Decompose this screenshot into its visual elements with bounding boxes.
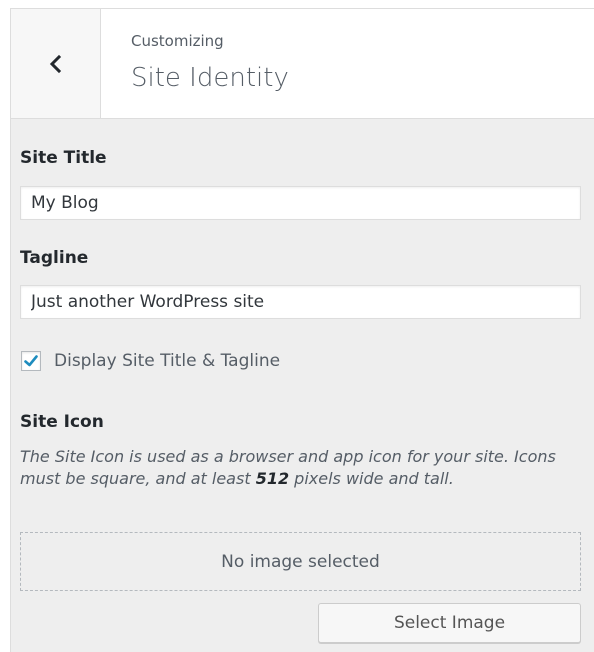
header-titles: Customizing Site Identity — [131, 31, 289, 95]
tagline-input[interactable] — [20, 285, 581, 319]
select-image-button[interactable]: Select Image — [318, 603, 581, 643]
site-icon-placeholder[interactable]: No image selected — [20, 532, 581, 591]
no-image-text: No image selected — [221, 551, 380, 572]
customizer-panel: Customizing Site Identity Site Title Tag… — [10, 8, 594, 652]
site-icon-label: Site Icon — [20, 412, 104, 432]
site-title-input[interactable] — [20, 186, 581, 220]
chevron-left-icon — [49, 54, 62, 74]
site-title-label: Site Title — [20, 148, 107, 168]
description-text-end: pixels wide and tall. — [289, 469, 454, 488]
section-title: Site Identity — [131, 63, 289, 93]
back-button[interactable] — [11, 9, 101, 118]
customizing-label: Customizing — [131, 32, 224, 50]
checkmark-icon — [24, 355, 38, 367]
panel-header: Customizing Site Identity — [11, 9, 594, 119]
display-title-tagline-label: Display Site Title & Tagline — [54, 351, 281, 371]
display-title-tagline-checkbox[interactable] — [21, 351, 41, 371]
display-title-tagline-row[interactable]: Display Site Title & Tagline — [21, 349, 280, 373]
description-size-value: 512 — [255, 469, 290, 488]
tagline-label: Tagline — [20, 248, 89, 268]
site-icon-description: The Site Icon is used as a browser and a… — [20, 446, 582, 490]
